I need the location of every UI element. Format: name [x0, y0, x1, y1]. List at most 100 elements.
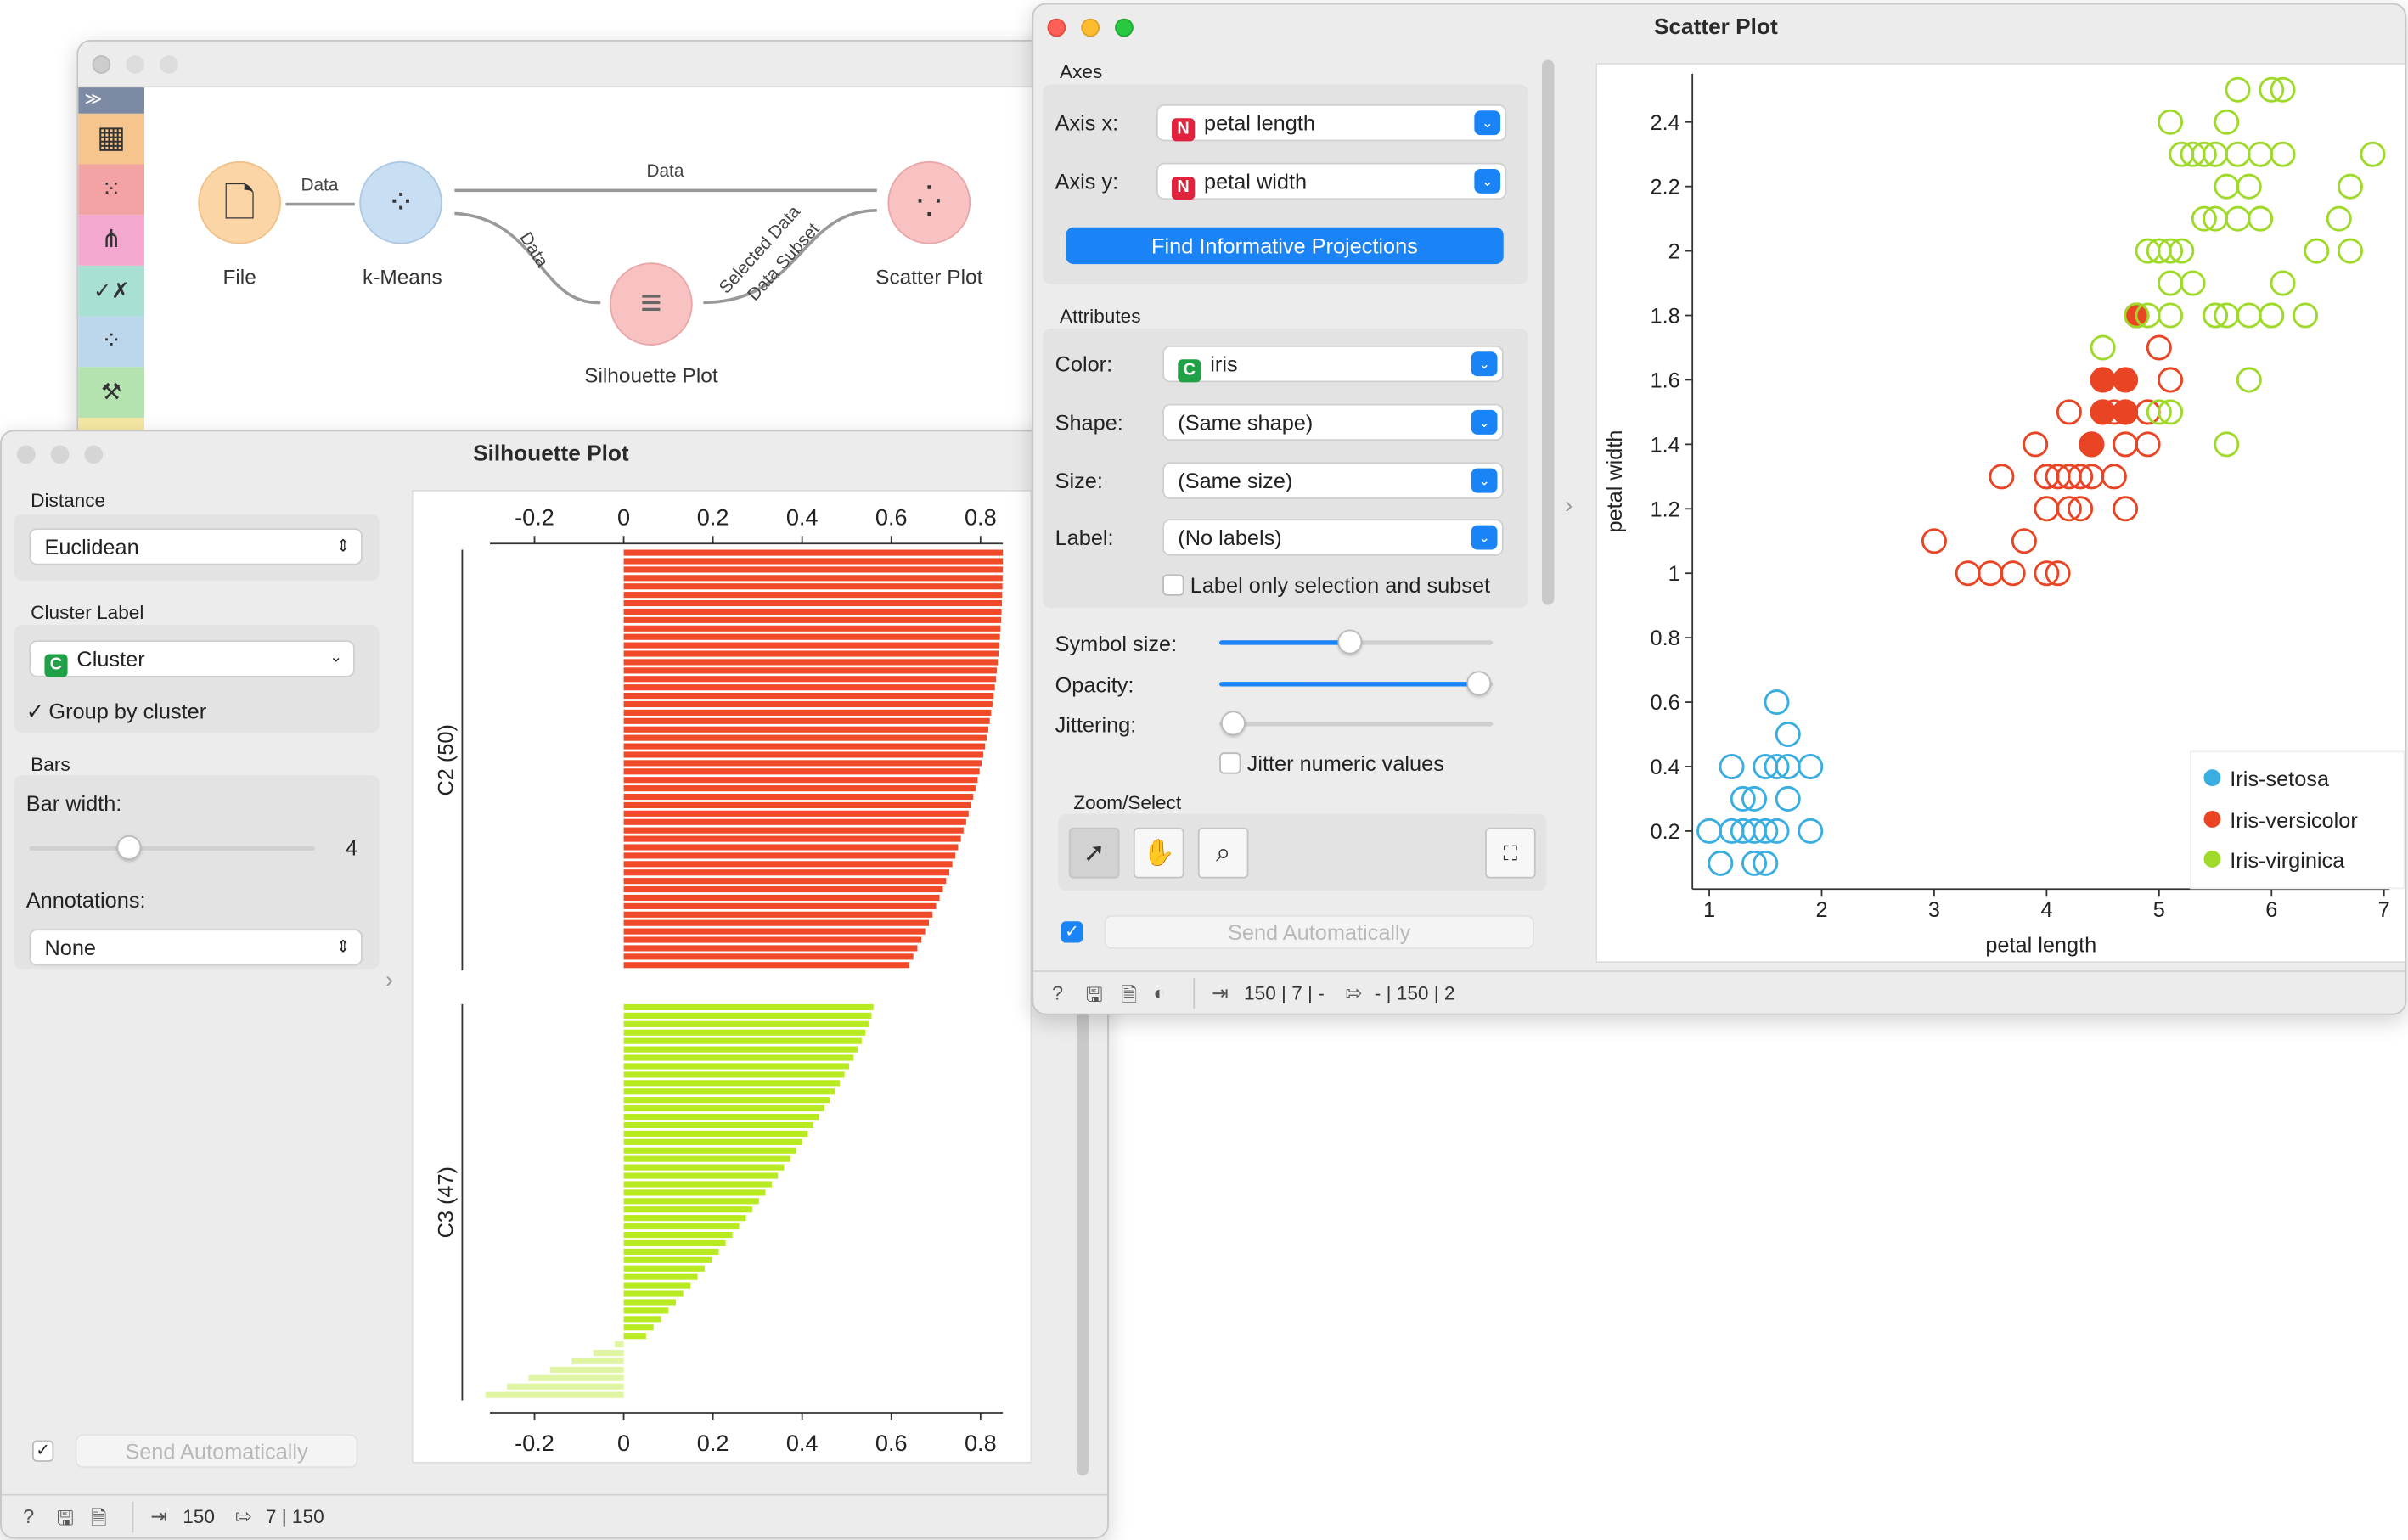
distance-select[interactable]: Euclidean ⇕ — [29, 528, 363, 565]
y-tick-label: 1.6 — [1651, 368, 1680, 392]
data-point — [2270, 141, 2296, 167]
report-icon[interactable]: 🗎 — [91, 1505, 107, 1537]
symbol-size-slider-handle[interactable] — [1338, 629, 1364, 655]
window-zoom-button[interactable] — [1115, 18, 1134, 37]
y-tick-label: 2.4 — [1651, 111, 1680, 135]
status-output-count: 7 | 150 — [265, 1506, 324, 1528]
save-icon[interactable]: 🖫 — [57, 1505, 74, 1537]
help-icon[interactable]: ? — [23, 1505, 34, 1528]
visual-settings-icon[interactable]: ◐ — [1153, 981, 1165, 1004]
silhouette-bar — [623, 693, 994, 700]
window-close-button[interactable] — [1047, 18, 1066, 37]
scatter-node[interactable]: ⁛ — [887, 160, 971, 244]
help-icon[interactable]: ? — [1052, 981, 1063, 1004]
cluster-label-select[interactable]: C Cluster ⌄ — [29, 640, 355, 677]
silhouette-bar — [623, 642, 999, 649]
jittering-slider-handle[interactable] — [1220, 711, 1246, 736]
save-icon[interactable]: 🖫 — [1086, 981, 1103, 1014]
data-point — [1955, 560, 1981, 587]
attributes-section-label: Attributes — [1060, 305, 1141, 328]
data-point — [2034, 496, 2060, 522]
silhouette-bar — [623, 583, 1003, 590]
symbol-size-slider[interactable] — [1219, 629, 1494, 655]
silhouette-bar — [623, 1198, 759, 1205]
bar-width-slider[interactable] — [29, 835, 315, 860]
axis-x-label: Axis x: — [1055, 110, 1119, 136]
group-by-cluster-label: Group by cluster — [48, 698, 207, 723]
canvas-window: ≫ ▦ ⁙ ⋔ ✓✗ ⁘ ⚒ Data Data Data Selected D… — [76, 40, 1061, 486]
file-node[interactable]: 🗋 — [198, 160, 281, 244]
legend-label: Iris-setosa — [2230, 766, 2330, 791]
bars-section-label: Bars — [31, 754, 70, 776]
cluster-label: C3 (47) — [435, 1166, 459, 1238]
silhouette-status-bar: ? 🖫 🗎 ⇥ 150 ⇰ 7 | 150 — [1, 1493, 1108, 1537]
send-auto-checkbox[interactable]: ✓ — [1061, 921, 1083, 943]
window-minimize-button[interactable] — [50, 445, 70, 464]
window-minimize-button[interactable] — [1081, 18, 1100, 37]
window-close-button[interactable] — [16, 445, 36, 464]
jittering-slider[interactable] — [1219, 711, 1494, 736]
x-tick-label: 2 — [1815, 898, 1827, 922]
silhouette-bar — [623, 608, 1002, 615]
status-output-count: - | 150 | 2 — [1374, 982, 1455, 1004]
axis-y-select[interactable]: Npetal width ⌄ — [1156, 162, 1507, 200]
silhouette-node[interactable]: ≡ — [610, 262, 693, 346]
send-automatically-button[interactable]: Send Automatically — [1104, 914, 1534, 949]
axis-y-label: Axis y: — [1055, 168, 1119, 194]
silhouette-bar — [623, 1181, 772, 1188]
select-pointer-icon[interactable]: ➚ — [1068, 827, 1120, 879]
chevron-down-icon: ⌄ — [1474, 168, 1501, 194]
silhouette-bar — [623, 1046, 858, 1053]
kmeans-node[interactable]: ⁘ — [359, 160, 442, 244]
shape-value: (Same shape) — [1178, 409, 1314, 435]
y-tick-label: 2.2 — [1651, 176, 1680, 200]
silhouette-bar — [623, 885, 943, 893]
group-by-cluster-checkbox[interactable]: ✓ Group by cluster — [26, 699, 206, 725]
size-value: (Same size) — [1178, 468, 1293, 493]
data-point — [2000, 560, 2026, 587]
jitter-numeric-checkbox[interactable] — [1219, 752, 1241, 774]
silhouette-bar — [623, 751, 984, 758]
silhouette-bar — [623, 717, 990, 724]
label-only-checkbox[interactable] — [1162, 574, 1184, 596]
axis-x-select[interactable]: Npetal length ⌄ — [1156, 104, 1507, 142]
opacity-slider[interactable] — [1219, 671, 1494, 696]
size-select[interactable]: (Same size) ⌄ — [1162, 462, 1504, 499]
collapse-panel-icon[interactable]: › — [1565, 493, 1573, 520]
find-informative-projections-button[interactable]: Find Informative Projections — [1066, 227, 1504, 265]
silhouette-bar — [571, 1357, 624, 1365]
pan-hand-icon[interactable]: ✋ — [1133, 827, 1184, 879]
silhouette-bar — [623, 1130, 808, 1137]
data-point — [1775, 722, 1801, 748]
collapse-panel-icon[interactable]: › — [385, 967, 393, 993]
data-point — [2248, 141, 2274, 167]
silhouette-bar — [623, 592, 1003, 599]
controls-scrollbar[interactable] — [1541, 59, 1555, 605]
silhouette-bar — [623, 734, 987, 741]
window-zoom-button[interactable] — [84, 445, 104, 464]
data-point — [1708, 850, 1734, 876]
silhouette-bar — [623, 1282, 691, 1289]
selected-data-point — [2090, 367, 2116, 393]
label-select[interactable]: (No labels) ⌄ — [1162, 519, 1504, 556]
silhouette-bar — [623, 785, 976, 792]
report-icon[interactable]: 🗎 — [1121, 981, 1137, 1014]
shape-select[interactable]: (Same shape) ⌄ — [1162, 403, 1504, 441]
bar-width-slider-handle[interactable] — [116, 835, 142, 860]
chevron-down-icon: ⌄ — [1471, 409, 1498, 435]
silhouette-scrollbar[interactable] — [1076, 969, 1089, 1476]
send-auto-checkbox[interactable]: ✓ — [31, 1440, 54, 1462]
opacity-slider-handle[interactable] — [1466, 671, 1492, 696]
data-point — [2214, 109, 2240, 135]
bar-width-label: Bar width: — [25, 790, 122, 816]
numeric-tag: N — [1172, 177, 1196, 200]
x-tick-label-top: -0.2 — [515, 504, 554, 531]
silhouette-bar — [623, 684, 995, 691]
silhouette-bar — [623, 1063, 850, 1070]
color-select[interactable]: Ciris ⌄ — [1162, 345, 1504, 383]
annotations-select[interactable]: None ⇕ — [29, 929, 363, 966]
reset-zoom-icon[interactable]: ⛶ — [1485, 827, 1536, 879]
send-automatically-button[interactable]: Send Automatically — [75, 1434, 358, 1469]
zoom-icon[interactable]: ⌕ — [1197, 827, 1249, 879]
distance-section-label: Distance — [31, 489, 106, 512]
